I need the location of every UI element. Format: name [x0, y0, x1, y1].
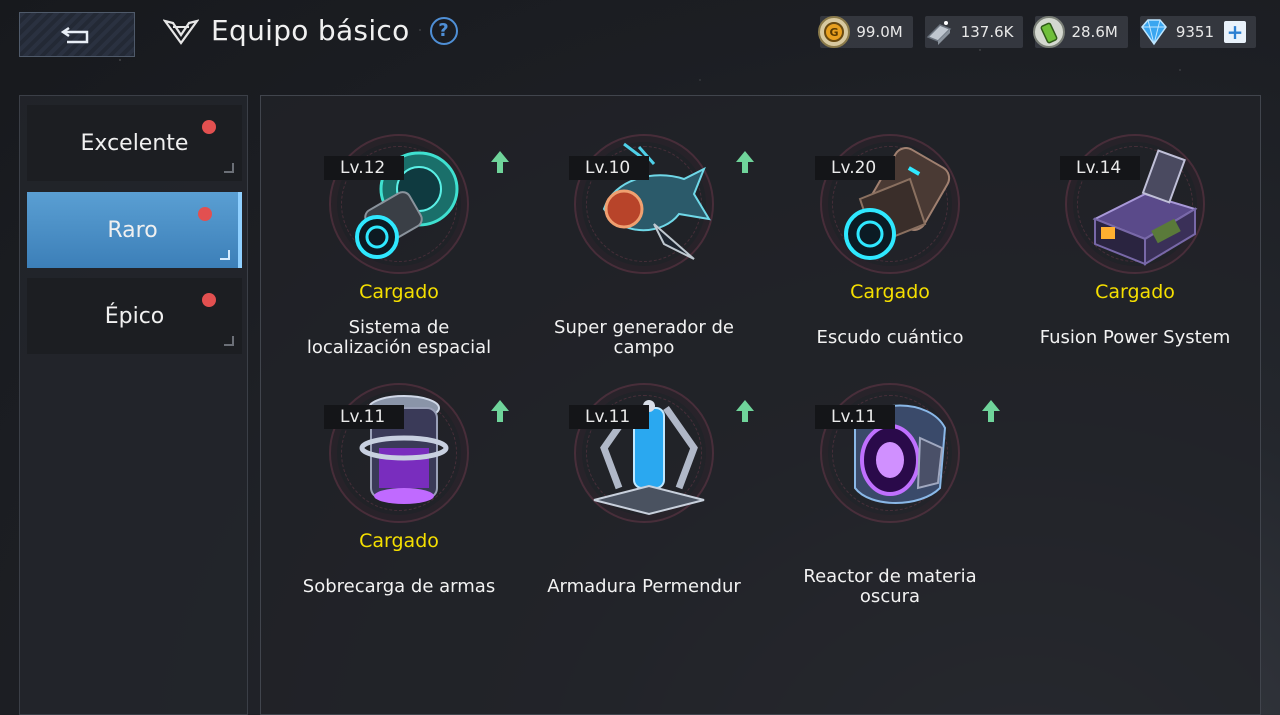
upgrade-arrow-icon: [491, 400, 509, 422]
energy-battery-icon: [1031, 14, 1067, 50]
item-name: Escudo cuántico: [775, 328, 1005, 348]
rarity-sidebar: Excelente Raro Épico: [19, 95, 248, 715]
resource-diamond: 9351 +: [1139, 16, 1256, 48]
page-header: Equipo básico ?: [163, 14, 458, 47]
item-status: Cargado: [359, 530, 439, 552]
notification-dot-icon: [202, 293, 216, 307]
item-name-line1: Fusion Power System: [1039, 327, 1231, 348]
add-diamond-button[interactable]: +: [1224, 20, 1246, 44]
tab-epico[interactable]: Épico: [27, 278, 242, 354]
equipment-item-field-generator[interactable]: Lv.10 Super generador de campo: [529, 109, 759, 358]
item-name-line1: Sistema de: [348, 317, 450, 338]
equipment-item-permendur-armor[interactable]: Lv.11 Armadura Permendur: [529, 358, 759, 598]
resource-alloy: 137.6K: [924, 16, 1024, 48]
item-name-line1: Sobrecarga de armas: [302, 576, 496, 597]
tab-label: Raro: [107, 217, 158, 243]
upgrade-arrow-icon: [491, 151, 509, 173]
item-name-line2: oscura: [859, 586, 921, 607]
help-button[interactable]: ?: [429, 16, 458, 45]
resource-energy: 28.6M: [1033, 16, 1128, 48]
item-name-line1: Reactor de materia: [803, 566, 977, 587]
diamond-value: 9351: [1175, 23, 1214, 41]
equipment-item-dark-matter-reactor[interactable]: Lv.11 Reactor de materia oscura: [775, 358, 1005, 607]
item-name: Armadura Permendur: [529, 577, 759, 597]
return-arrow-icon: [61, 26, 89, 43]
item-name-line1: Super generador de: [554, 317, 734, 338]
resource-bar: G 99.0M 137.6K 28.6M 9351 +: [818, 16, 1256, 48]
tab-excelente[interactable]: Excelente: [27, 105, 242, 181]
equipment-panel: Lv.12 Cargado Sistema de localización es…: [260, 95, 1261, 715]
item-name: Sistema de localización espacial: [284, 318, 514, 358]
item-level: Lv.12: [324, 156, 404, 180]
item-name: Reactor de materia oscura: [775, 567, 1005, 607]
item-status: Cargado: [850, 281, 930, 303]
tab-label: Épico: [104, 303, 165, 329]
item-name-line2: localización espacial: [306, 337, 492, 358]
notification-dot-icon: [202, 120, 216, 134]
item-name-line2: campo: [613, 337, 675, 358]
corner-mark-icon: [224, 336, 234, 346]
diamond-icon: [1136, 14, 1172, 50]
corner-mark-icon: [224, 163, 234, 173]
item-name: Super generador de campo: [529, 318, 759, 358]
item-level: Lv.11: [815, 405, 895, 429]
equipment-item-spatial-locator[interactable]: Lv.12 Cargado Sistema de localización es…: [284, 109, 514, 358]
upgrade-arrow-icon: [736, 151, 754, 173]
tab-raro[interactable]: Raro: [27, 192, 242, 268]
notification-dot-icon: [198, 207, 212, 221]
equipment-item-weapon-overload[interactable]: Lv.11 Cargado Sobrecarga de armas: [284, 358, 514, 598]
item-status: Cargado: [359, 281, 439, 303]
energy-value: 28.6M: [1071, 23, 1118, 41]
upgrade-arrow-icon: [982, 400, 1000, 422]
item-level: Lv.10: [569, 156, 649, 180]
corner-mark-icon: [220, 250, 230, 260]
item-level: Lv.11: [569, 405, 649, 429]
resource-gold: G 99.0M: [818, 16, 913, 48]
back-button[interactable]: [19, 12, 135, 57]
item-level: Lv.11: [324, 405, 404, 429]
svg-text:G: G: [830, 26, 839, 39]
item-name-line1: Armadura Permendur: [547, 576, 741, 597]
equipment-item-quantum-shield[interactable]: Lv.20 Cargado Escudo cuántico: [775, 109, 1005, 349]
gold-value: 99.0M: [856, 23, 903, 41]
alloy-ingot-icon: [921, 14, 957, 50]
item-status: Cargado: [1095, 281, 1175, 303]
upgrade-arrow-icon: [736, 400, 754, 422]
equipment-item-fusion-power[interactable]: Lv.14 Cargado Fusion Power System: [1020, 109, 1250, 349]
gold-coin-icon: G: [816, 14, 852, 50]
item-name: Sobrecarga de armas: [284, 577, 514, 597]
page-title: Equipo básico: [211, 14, 410, 47]
alloy-value: 137.6K: [960, 23, 1014, 41]
item-level: Lv.20: [815, 156, 895, 180]
wing-emblem-icon: [163, 16, 199, 46]
item-level: Lv.14: [1060, 156, 1140, 180]
item-name: Fusion Power System: [1020, 328, 1250, 348]
tab-label: Excelente: [80, 130, 189, 156]
item-name-line1: Escudo cuántico: [816, 327, 964, 348]
